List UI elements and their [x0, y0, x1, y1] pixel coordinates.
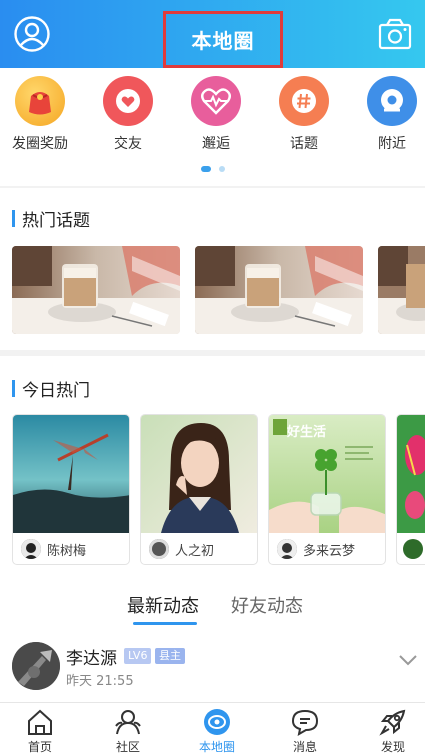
page-title: 本地圈	[191, 29, 255, 53]
tabbar-home[interactable]: 首页	[5, 707, 75, 755]
role-badge: 县主	[155, 648, 185, 664]
category-reward[interactable]: 发圈奖励	[0, 76, 80, 153]
category-label: 话题	[290, 136, 318, 152]
coffee-table-photo	[12, 246, 180, 334]
category-label: 交友	[114, 136, 142, 152]
avatar	[403, 539, 423, 559]
feed-post[interactable]: 李达源 LV6 县主 昨天 21:55	[0, 640, 425, 700]
card-author: 陈树梅	[13, 533, 129, 564]
page-title-box: 本地圈	[163, 11, 283, 68]
section-accent-bar	[12, 380, 15, 397]
pager-dot	[218, 166, 225, 172]
hot-post-card[interactable]: 陈树梅	[12, 414, 130, 565]
girl-portrait-photo	[141, 415, 257, 533]
post-author[interactable]: 李达源	[66, 644, 117, 669]
author-name: 陈树梅	[47, 543, 87, 559]
tabbar-local-circle[interactable]: 本地圈	[182, 707, 252, 755]
today-hot-header: 今日热门	[12, 376, 90, 401]
hot-post-card[interactable]: 人之初	[140, 414, 258, 565]
tabbar-label: 消息	[292, 740, 317, 754]
hot-topics-header: 热门话题	[12, 206, 90, 231]
avatar	[277, 539, 297, 559]
category-row: 发圈奖励 交友 邂逅 话题 附近	[0, 76, 425, 156]
tabbar-label: 发现	[380, 740, 405, 754]
red-envelope-icon	[15, 76, 65, 126]
post-menu-button[interactable]	[397, 652, 419, 671]
top-header: 本地圈	[0, 0, 425, 68]
author-name: 多来云梦	[303, 543, 356, 559]
tabbar-label: 首页	[27, 740, 52, 754]
pager-dot-active	[200, 166, 211, 172]
hashtag-icon	[279, 76, 329, 126]
home-icon	[28, 709, 52, 735]
hot-post-card[interactable]	[396, 414, 425, 565]
category-label: 邂逅	[202, 136, 230, 152]
avatar[interactable]	[12, 642, 60, 690]
camera-icon	[378, 18, 412, 50]
avatar	[149, 539, 169, 559]
tabbar-community[interactable]: 社区	[93, 707, 163, 755]
section-title: 今日热门	[22, 381, 90, 401]
category-label: 附近	[378, 136, 406, 152]
avatar	[21, 539, 41, 559]
category-pager	[0, 166, 425, 172]
topic-card[interactable]	[378, 246, 425, 334]
community-icon	[115, 710, 141, 735]
dragonfly-photo	[13, 415, 129, 533]
coffee-table-photo	[378, 246, 425, 334]
topic-card[interactable]	[12, 246, 180, 334]
location-icon	[367, 76, 417, 126]
card-author: 多来云梦	[269, 533, 385, 564]
category-encounter[interactable]: 邂逅	[176, 76, 256, 153]
author-name: 人之初	[175, 543, 215, 559]
camera-button[interactable]	[375, 14, 415, 54]
hot-post-card[interactable]: 好生活 多来云梦	[268, 414, 386, 565]
chevron-down-icon	[399, 655, 417, 666]
section-accent-bar	[12, 210, 15, 227]
user-avatar-icon	[14, 16, 50, 52]
level-badge: LV6	[124, 648, 152, 664]
flower-photo	[397, 415, 425, 533]
coffee-table-photo	[195, 246, 363, 334]
post-time: 昨天 21:55	[66, 674, 134, 689]
local-circle-icon	[204, 709, 230, 735]
message-icon	[291, 709, 319, 736]
profile-button[interactable]	[12, 14, 52, 54]
tabbar-label: 本地圈	[198, 740, 235, 754]
category-friends[interactable]: 交友	[88, 76, 168, 153]
tabbar-label: 社区	[115, 740, 140, 754]
tab-friends[interactable]: 好友动态	[231, 592, 303, 618]
topic-card[interactable]	[195, 246, 363, 334]
heartbeat-icon	[191, 76, 241, 126]
category-label: 发圈奖励	[12, 136, 68, 152]
tab-latest[interactable]: 最新动态	[127, 592, 199, 618]
feed-tabs: 最新动态 好友动态	[0, 592, 425, 628]
divider	[0, 186, 425, 188]
heart-icon	[103, 76, 153, 126]
divider	[0, 350, 425, 356]
active-tab-indicator	[133, 622, 197, 625]
overlay-text: 好生活	[287, 425, 327, 440]
tabbar-discover[interactable]: 发现	[358, 707, 425, 755]
card-author: 人之初	[141, 533, 257, 564]
card-author	[397, 533, 425, 564]
category-nearby[interactable]: 附近	[352, 76, 425, 153]
rocket-icon	[379, 709, 406, 736]
clover-jar-photo: 好生活	[269, 415, 385, 533]
bottom-tab-bar: 首页 社区 本地圈 消息 发现	[0, 702, 425, 755]
category-topic[interactable]: 话题	[264, 76, 344, 153]
section-title: 热门话题	[22, 211, 90, 231]
tabbar-messages[interactable]: 消息	[270, 707, 340, 755]
